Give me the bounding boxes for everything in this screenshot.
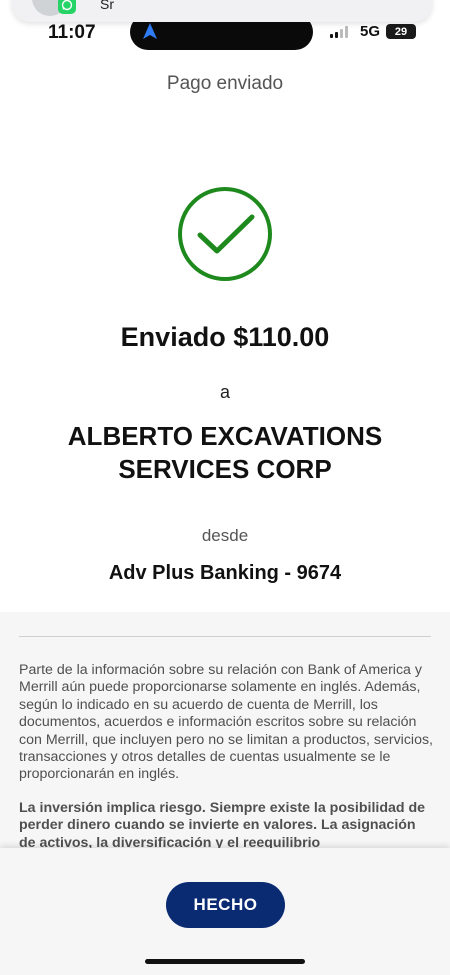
page-title: Pago enviado <box>166 73 284 94</box>
signal-icon <box>330 26 348 38</box>
battery-level: 29 <box>394 25 408 38</box>
payee-name-line2: SERVICES CORP <box>118 454 332 484</box>
notification-banner[interactable]: Sr <box>12 0 432 22</box>
disclosure-section[interactable]: Parte de la información sobre su relació… <box>0 612 450 975</box>
done-button[interactable]: HECHO <box>166 882 285 928</box>
source-account: Adv Plus Banking - 9674 <box>108 562 342 584</box>
bottom-action-panel: HECHO <box>0 848 450 975</box>
sent-amount: Enviado $110.00 <box>120 322 330 352</box>
notification-text: Sr <box>100 0 114 12</box>
navigation-arrow-icon <box>143 23 157 39</box>
checkmark-circle-icon <box>178 187 272 281</box>
divider <box>19 636 431 637</box>
language-disclosure: Parte de la información sobre su relació… <box>19 662 433 783</box>
home-indicator[interactable] <box>145 959 305 964</box>
network-type: 5G <box>360 23 381 40</box>
battery-icon: 29 <box>386 24 416 39</box>
whatsapp-icon <box>58 0 76 14</box>
investment-risk-disclosure: La inversión implica riesgo. Siempre exi… <box>19 800 426 850</box>
payee-name-line1: ALBERTO EXCAVATIONS <box>67 421 383 451</box>
payee-name: ALBERTO EXCAVATIONS SERVICES CORP <box>30 420 420 486</box>
from-label: desde <box>201 526 249 545</box>
to-label: a <box>219 382 230 402</box>
status-time: 11:07 <box>48 22 96 43</box>
payment-sent-screen: Sr 11:07 5G 29 Pago enviado Enviado $110… <box>0 0 450 975</box>
